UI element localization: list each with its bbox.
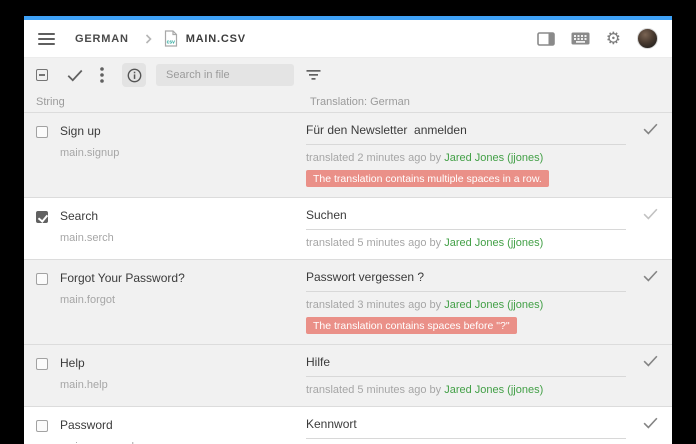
translation-text[interactable]: Für den Newsletter anmelden (306, 123, 626, 137)
side-panel-icon[interactable] (537, 32, 555, 46)
source-string: Help (60, 356, 108, 370)
csv-file-icon: csv (164, 30, 178, 47)
approve-check-icon[interactable] (642, 122, 659, 140)
svg-text:csv: csv (166, 40, 175, 46)
translation-underline (306, 144, 626, 145)
avatar[interactable] (637, 28, 658, 49)
approve-check-icon[interactable] (642, 354, 659, 372)
translation-meta: translated 5 minutes ago by Jared Jones … (306, 237, 626, 249)
translation-text[interactable]: Passwort vergessen ? (306, 270, 626, 284)
file-toolbar (24, 58, 672, 92)
translator-name: Jared Jones (jjones) (444, 384, 543, 396)
translation-underline (306, 291, 626, 292)
source-string: Search (60, 209, 114, 223)
row-checkbox[interactable] (36, 211, 48, 223)
column-header-translation: Translation: German (310, 96, 672, 108)
gear-icon[interactable]: ⚙ (606, 30, 621, 47)
translation-text[interactable]: Kennwort (306, 417, 626, 431)
source-string: Password (60, 418, 134, 432)
string-key: main.forgot (60, 294, 185, 306)
table-row: Password main.password Kennwort translat… (24, 407, 672, 444)
translator-name: Jared Jones (jjones) (444, 299, 543, 311)
hamburger-menu-icon[interactable] (38, 33, 55, 45)
filter-icon[interactable] (306, 69, 321, 81)
translation-underline (306, 438, 626, 439)
string-key: main.serch (60, 232, 114, 244)
app-window: GERMAN csv MAIN.CSV (24, 16, 672, 444)
row-checkbox[interactable] (36, 358, 48, 370)
chevron-right-icon (145, 34, 152, 44)
translation-meta: translated 5 minutes ago by Jared Jones … (306, 384, 626, 396)
translator-name: Jared Jones (jjones) (444, 152, 543, 164)
source-string: Forgot Your Password? (60, 271, 185, 285)
translator-name: Jared Jones (jjones) (444, 237, 543, 249)
table-row: Search main.serch Suchen translated 5 mi… (24, 198, 672, 260)
source-string: Sign up (60, 124, 119, 138)
column-header-string: String (24, 96, 310, 108)
top-bar: GERMAN csv MAIN.CSV (24, 20, 672, 58)
table-row: Sign up main.signup Für den Newsletter a… (24, 113, 672, 198)
translation-meta: translated 3 minutes ago by Jared Jones … (306, 299, 626, 311)
string-key: main.signup (60, 147, 119, 159)
approve-check-icon[interactable] (642, 269, 659, 287)
warning-badge: The translation contains spaces before "… (306, 317, 517, 334)
keyboard-icon[interactable] (571, 32, 590, 45)
search-input[interactable] (156, 64, 294, 86)
warning-badge: The translation contains multiple spaces… (306, 170, 549, 187)
table-header: String Translation: German (24, 92, 672, 113)
approve-check-icon[interactable] (642, 207, 659, 225)
breadcrumb-file[interactable]: MAIN.CSV (186, 33, 246, 45)
info-toggle-button[interactable] (122, 63, 146, 87)
translation-underline (306, 376, 626, 377)
approve-check-icon[interactable] (642, 416, 659, 434)
breadcrumb-project[interactable]: GERMAN (75, 33, 129, 45)
table-row: Help main.help Hilfe translated 5 minute… (24, 345, 672, 407)
row-checkbox[interactable] (36, 273, 48, 285)
kebab-menu-icon[interactable] (100, 67, 104, 83)
string-key: main.help (60, 379, 108, 391)
select-all-checkbox-icon[interactable] (36, 69, 48, 81)
table-row: Forgot Your Password? main.forgot Passwo… (24, 260, 672, 345)
translation-text[interactable]: Hilfe (306, 355, 626, 369)
row-checkbox[interactable] (36, 420, 48, 432)
translation-underline (306, 229, 626, 230)
translation-text[interactable]: Suchen (306, 208, 626, 222)
translation-meta: translated 2 minutes ago by Jared Jones … (306, 152, 626, 164)
check-icon[interactable] (66, 68, 84, 82)
row-checkbox[interactable] (36, 126, 48, 138)
